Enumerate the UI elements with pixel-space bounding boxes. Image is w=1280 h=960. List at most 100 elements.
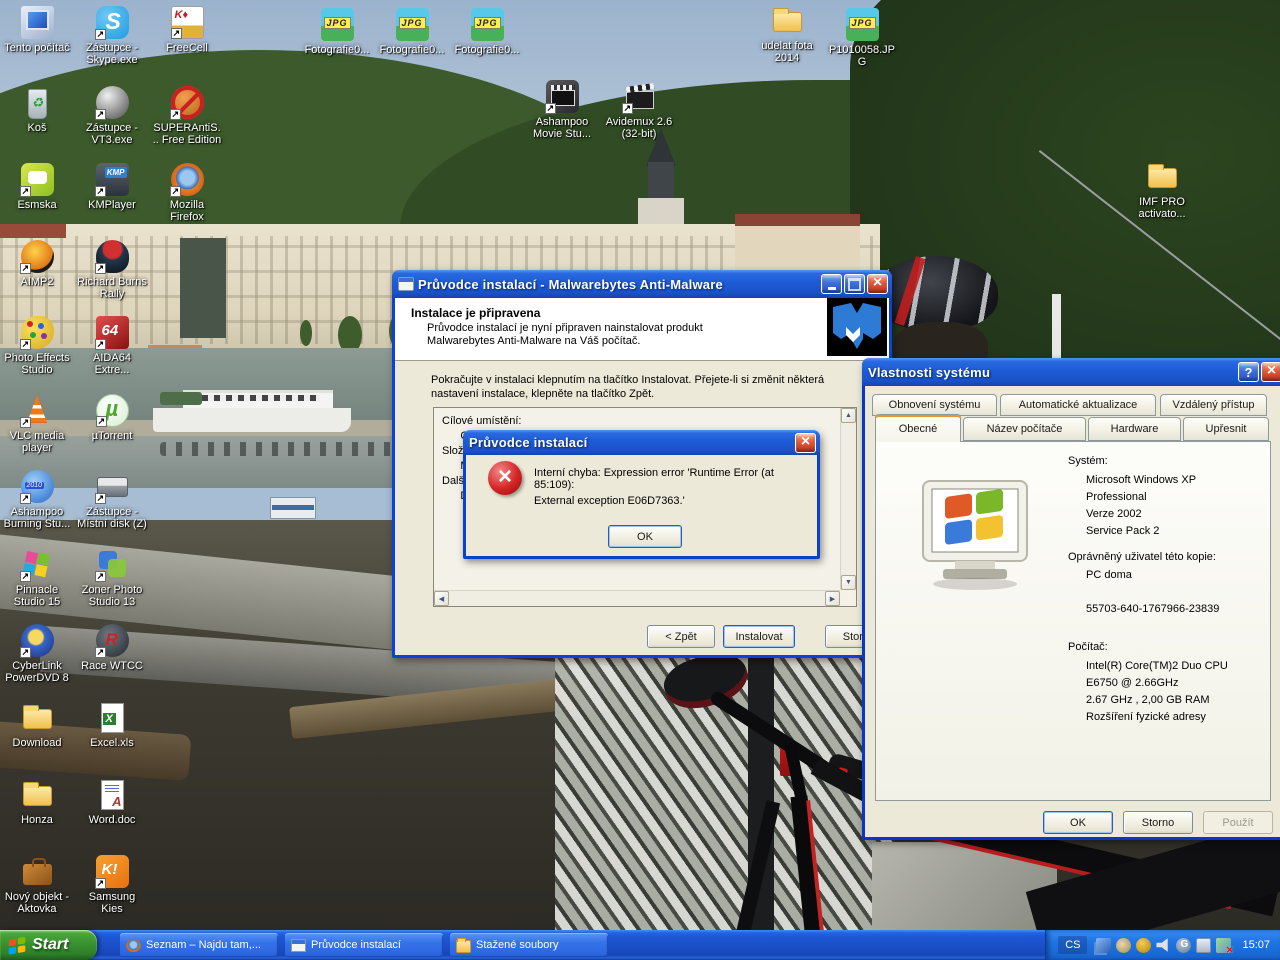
desktop-icon-image [95, 394, 129, 427]
scroll-left-icon[interactable] [434, 591, 449, 606]
apply-button[interactable]: Použít [1203, 811, 1273, 834]
desktop-icon-label: µTorrent [91, 430, 133, 442]
desktop-icon-image [21, 855, 54, 888]
shortcut-arrow-icon [19, 339, 31, 350]
tab[interactable]: Obecné [875, 414, 961, 442]
desktop-icon[interactable]: CyberLink PowerDVD 8 [2, 624, 72, 684]
volume-icon[interactable] [1156, 938, 1168, 952]
cancel-button[interactable]: Storno [1123, 811, 1193, 834]
desktop-icon[interactable]: Mozilla Firefox [152, 163, 222, 223]
desktop-icon-image [544, 80, 579, 114]
close-button[interactable] [795, 432, 816, 453]
desktop-icon-image [170, 6, 204, 39]
bug-icon[interactable] [1136, 937, 1152, 953]
tab[interactable]: Obnovení systému [872, 394, 997, 416]
desktop-icon[interactable]: udelat fota 2014 [752, 4, 822, 64]
desktop-icon-label: CyberLink PowerDVD 8 [5, 660, 69, 684]
back-button[interactable]: < Zpět [647, 625, 715, 648]
installer-header: Instalace je připravena Průvodce instala… [395, 298, 889, 361]
desktop-icon[interactable]: Ashampoo Burning Stu... [2, 470, 72, 530]
desktop-icon[interactable]: KMPlayer [77, 163, 147, 211]
desktop-icon[interactable]: FreeCell [152, 6, 222, 54]
tab[interactable]: Název počítače [963, 417, 1086, 441]
desktop-icon-label: Zástupce - VT3.exe [86, 122, 138, 146]
desktop-icon-image [19, 316, 54, 350]
taskbar-task-installer[interactable]: Průvodce instalací [285, 933, 443, 957]
shortcut-arrow-icon [19, 493, 31, 504]
tab[interactable]: Vzdálený přístup [1160, 394, 1267, 416]
desktop-icon[interactable]: AIDA64 Extre... [77, 316, 147, 376]
network-icon[interactable] [1096, 937, 1112, 953]
shortcut-arrow-icon [19, 263, 31, 274]
desktop-icon[interactable]: Zástupce - VT3.exe [77, 86, 147, 146]
update-error-icon[interactable] [1216, 937, 1233, 957]
scroll-up-icon[interactable] [841, 408, 856, 423]
desktop-icon[interactable]: Tento počítač [2, 6, 72, 54]
desktop-icon[interactable]: Zástupce - Skype.exe [77, 6, 147, 66]
desktop-icon-image [96, 701, 129, 734]
desktop-icon[interactable]: VLC media player [2, 394, 72, 454]
close-button[interactable] [1261, 362, 1280, 382]
tab[interactable]: Hardware [1088, 417, 1181, 441]
desktop-icon[interactable]: AIMP2 [2, 240, 72, 288]
vertical-scrollbar[interactable] [840, 408, 856, 590]
desktop-icon[interactable]: Fotografie0... [377, 8, 447, 56]
shortcut-arrow-icon [94, 339, 106, 350]
desktop-icon[interactable]: Race WTCC [77, 624, 147, 672]
desktop-icon[interactable]: IMF PRO activato... [1127, 160, 1197, 220]
installer-titlebar[interactable]: Průvodce instalací - Malwarebytes Anti-M… [392, 270, 892, 298]
desktop-icon[interactable]: Samsung Kies [77, 855, 147, 915]
ok-button[interactable]: OK [1043, 811, 1113, 834]
desktop-icon-image [771, 4, 804, 37]
tab[interactable]: Upřesnit [1183, 417, 1269, 441]
desktop-icon[interactable]: Zástupce - Místní disk (Z) [77, 470, 147, 530]
audio-icon[interactable] [1116, 937, 1132, 953]
desktop-icon[interactable]: Honza [2, 778, 72, 826]
graphics-icon[interactable] [1176, 937, 1192, 953]
close-button[interactable] [867, 274, 888, 294]
desktop-icon[interactable]: Esmska [2, 163, 72, 211]
taskbar-task-firefox[interactable]: Seznam – Najdu tam,... [120, 933, 278, 957]
malwarebytes-logo [827, 298, 887, 356]
desktop-icon[interactable]: µTorrent [77, 394, 147, 442]
desktop-icon[interactable]: SUPERAntiS... Free Edition [152, 86, 222, 146]
desktop-icon[interactable]: Avidemux 2.6 (32-bit) [604, 80, 674, 140]
desktop-icon[interactable]: Richard Burns Rally [77, 240, 147, 300]
desktop-icon[interactable]: Ashampoo Movie Stu... [527, 80, 597, 140]
shortcut-arrow-icon [170, 28, 182, 39]
input-device-icon[interactable] [1196, 937, 1212, 953]
desktop-icon[interactable]: Word.doc [77, 778, 147, 826]
horizontal-scrollbar[interactable] [434, 590, 840, 606]
desktop-icon[interactable]: Koš [2, 86, 72, 134]
error-message-line2: External exception E06D7363.' [534, 495, 685, 507]
language-indicator[interactable]: CS [1058, 936, 1088, 954]
desktop-icon-label: IMF PRO activato... [1138, 196, 1186, 220]
desktop-icon[interactable]: P1010058.JPG [827, 8, 897, 68]
start-button[interactable]: Start [0, 930, 97, 960]
scroll-down-icon[interactable] [841, 575, 856, 590]
taskbar-clock[interactable]: 15:07 [1242, 939, 1270, 951]
scroll-right-icon[interactable] [825, 591, 840, 606]
maximize-button[interactable] [844, 274, 865, 294]
install-button[interactable]: Instalovat [723, 625, 795, 648]
shortcut-arrow-icon [95, 416, 107, 427]
desktop-icon[interactable]: Zoner Photo Studio 13 [77, 548, 147, 608]
error-dialog-titlebar[interactable]: Průvodce instalací [463, 430, 820, 455]
system-properties-title: Vlastnosti systému [868, 364, 991, 380]
desktop-icon-label: Photo Effects Studio [4, 352, 70, 376]
desktop-icon[interactable]: Pinnacle Studio 15 [2, 548, 72, 608]
system-properties-titlebar[interactable]: Vlastnosti systému [862, 358, 1280, 386]
tab[interactable]: Automatické aktualizace [1000, 394, 1156, 416]
desktop-icon-label: FreeCell [166, 42, 208, 54]
desktop-icon[interactable]: Fotografie0... [452, 8, 522, 56]
desktop-icon-image [169, 163, 204, 197]
taskbar-task-downloads[interactable]: Stažené soubory [450, 933, 608, 957]
desktop-icon[interactable]: Nový objekt - Aktovka [2, 855, 72, 915]
desktop-icon[interactable]: Photo Effects Studio [2, 316, 72, 376]
minimize-button[interactable] [821, 274, 842, 294]
desktop-icon[interactable]: Download [2, 701, 72, 749]
help-button[interactable] [1238, 362, 1259, 382]
desktop-icon[interactable]: Fotografie0... [302, 8, 372, 56]
ok-button[interactable]: OK [608, 525, 682, 548]
desktop-icon[interactable]: Excel.xls [77, 701, 147, 749]
